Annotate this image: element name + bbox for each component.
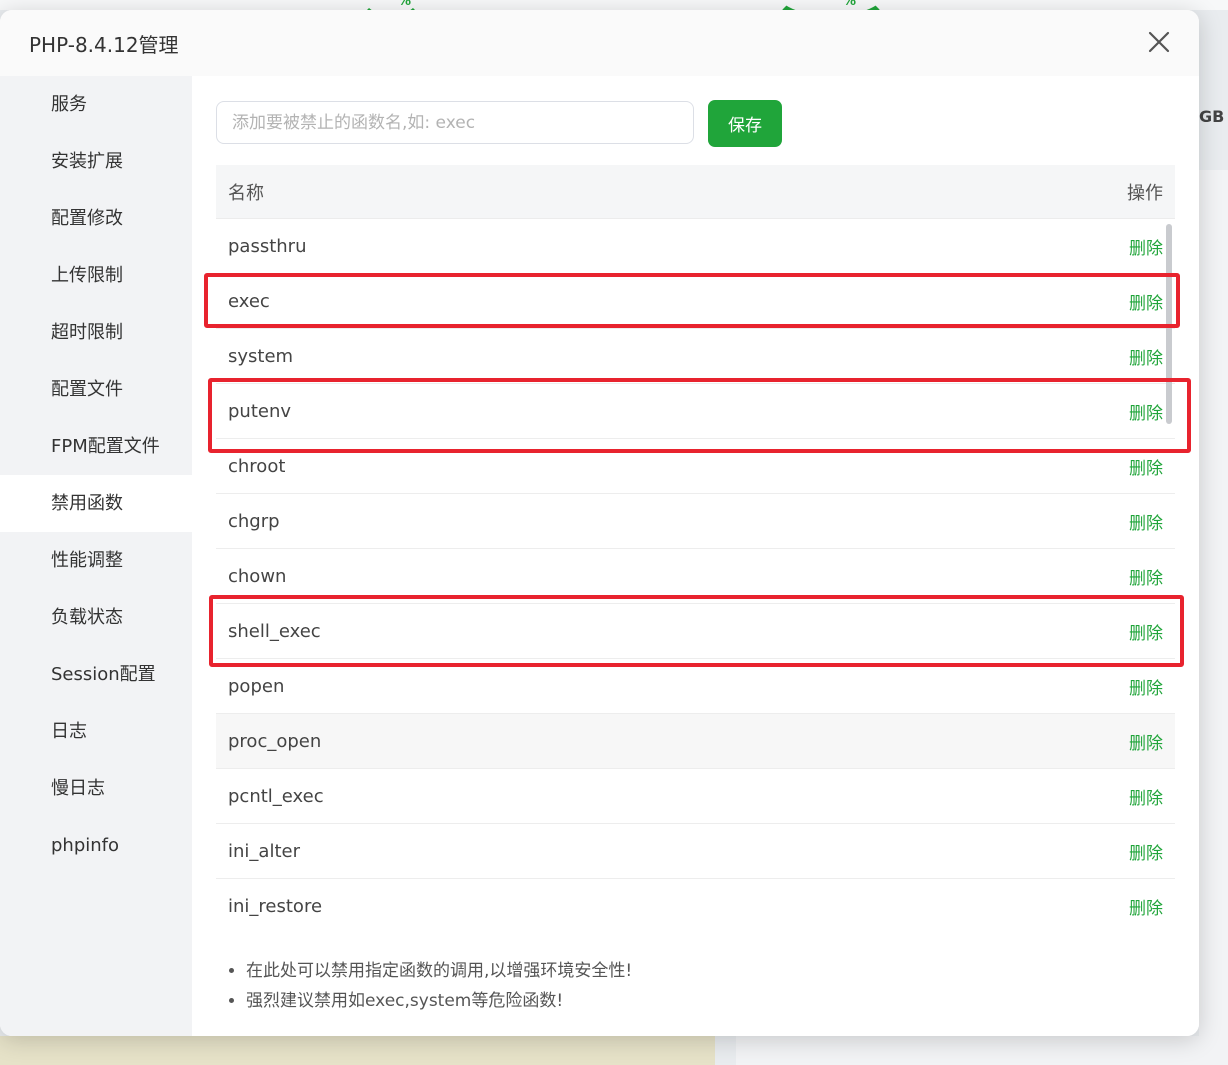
bg-card-right [1199,170,1228,1065]
function-name: ini_alter [228,840,300,862]
column-header-name: 名称 [228,182,264,204]
delete-link[interactable]: 删除 [1129,344,1163,369]
delete-link[interactable]: 删除 [1129,784,1163,809]
delete-link[interactable]: 删除 [1129,894,1163,919]
function-name: pcntl_exec [228,785,324,807]
disabled-functions-table: 名称 操作 passthru 删除 exec 删除 system 删除 putenv 删… [216,165,1175,925]
bg-card-top [0,0,1228,10]
delete-link[interactable]: 删除 [1129,454,1163,479]
function-name: putenv [228,400,292,422]
save-button[interactable]: 保存 [708,100,782,147]
tips-list: 在此处可以禁用指定函数的调用,以增强环境安全性! 强烈建议禁用如exec,sys… [228,956,632,1016]
modal-title: PHP-8.4.12管理 [29,32,179,57]
bg-card-bottom-right [736,1036,1228,1065]
sidebar-item-phpinfo[interactable]: phpinfo [0,817,192,874]
modal-header: PHP-8.4.12管理 [0,10,1199,76]
bg-fragment-2: % [843,0,857,9]
sidebar-item-fpm-config-file[interactable]: FPM配置文件 [0,418,192,475]
sidebar-item-config-file[interactable]: 配置文件 [0,361,192,418]
delete-link[interactable]: 删除 [1129,564,1163,589]
table-row: putenv 删除 [216,384,1175,439]
php-manage-modal: PHP-8.4.12管理 服务 安装扩展 配置修改 上传限制 超时限制 配置文件… [0,10,1199,1036]
table-row: chroot 删除 [216,439,1175,494]
sidebar: 服务 安装扩展 配置修改 上传限制 超时限制 配置文件 FPM配置文件 禁用函数… [0,76,192,1036]
table-row: system 删除 [216,329,1175,384]
table-row: exec 删除 [216,274,1175,329]
delete-link[interactable]: 删除 [1129,674,1163,699]
table-row: ini_restore 删除 [216,879,1175,925]
sidebar-item-install-extension[interactable]: 安装扩展 [0,133,192,190]
delete-link[interactable]: 删除 [1129,509,1163,534]
table-row: proc_open 删除 [216,714,1175,769]
delete-link[interactable]: 删除 [1129,289,1163,314]
table-row: ini_alter 删除 [216,824,1175,879]
sidebar-item-log[interactable]: 日志 [0,703,192,760]
function-name: system [228,345,294,367]
table-row: chgrp 删除 [216,494,1175,549]
sidebar-item-disabled-functions[interactable]: 禁用函数 [0,475,192,532]
table-header: 名称 操作 [216,165,1175,219]
table-row: shell_exec 删除 [216,604,1175,659]
table-row: chown 删除 [216,549,1175,604]
sidebar-item-performance-tuning[interactable]: 性能调整 [0,532,192,589]
function-name: exec [228,290,270,312]
content-panel: 保存 名称 操作 passthru 删除 exec 删除 system 删除 pute… [192,76,1199,1036]
sidebar-item-timeout-limit[interactable]: 超时限制 [0,304,192,361]
function-name: popen [228,675,285,697]
sidebar-item-session-config[interactable]: Session配置 [0,646,192,703]
function-name: passthru [228,235,307,257]
delete-link[interactable]: 删除 [1129,619,1163,644]
bg-fragment-gb: GB [1199,107,1225,126]
table-scrollbar[interactable] [1166,224,1172,424]
table-row: popen 删除 [216,659,1175,714]
function-name: chroot [228,455,286,477]
delete-link[interactable]: 删除 [1129,399,1163,424]
delete-link[interactable]: 删除 [1129,839,1163,864]
function-name: shell_exec [228,620,321,642]
tip-item: 在此处可以禁用指定函数的调用,以增强环境安全性! [246,956,632,986]
table-row: passthru 删除 [216,219,1175,274]
sidebar-item-slow-log[interactable]: 慢日志 [0,760,192,817]
column-header-action: 操作 [1127,182,1163,204]
close-icon[interactable] [1147,30,1171,54]
delete-link[interactable]: 删除 [1129,234,1163,259]
sidebar-item-upload-limit[interactable]: 上传限制 [0,247,192,304]
bg-fragment-1: % [398,0,412,9]
sidebar-item-config-modify[interactable]: 配置修改 [0,190,192,247]
function-name-input[interactable] [216,101,694,144]
function-name: chown [228,565,287,587]
sidebar-item-service[interactable]: 服务 [0,76,192,133]
tip-item: 强烈建议禁用如exec,system等危险函数! [246,986,632,1016]
table-row: pcntl_exec 删除 [216,769,1175,824]
sidebar-item-load-status[interactable]: 负载状态 [0,589,192,646]
function-name: ini_restore [228,895,323,917]
function-name: chgrp [228,510,280,532]
table-body: passthru 删除 exec 删除 system 删除 putenv 删除 chro… [216,219,1175,925]
bg-card-bottom-left [0,1036,715,1065]
function-name: proc_open [228,730,322,752]
delete-link[interactable]: 删除 [1129,729,1163,754]
